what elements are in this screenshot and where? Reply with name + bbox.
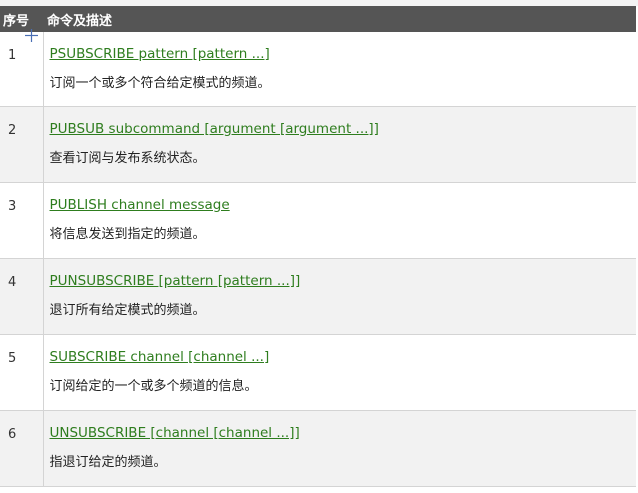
- command-description: 订阅给定的一个或多个频道的信息。: [49, 378, 258, 394]
- table-row: 4 PUNSUBSCRIBE [pattern [pattern ...]] 退…: [0, 258, 636, 335]
- table-row: 1 PSUBSCRIBE pattern [pattern ...] 订阅一个或…: [0, 32, 636, 107]
- table-row: 5 SUBSCRIBE channel [channel ...] 订阅给定的一…: [0, 334, 636, 411]
- page-frame: 序号 命令及描述 1 PSUBSCRIBE pattern [pattern .…: [0, 0, 638, 493]
- row-number: 3: [0, 182, 44, 259]
- row-number: 2: [0, 106, 44, 183]
- command-description: 查看订阅与发布系统状态。: [49, 150, 206, 166]
- command-description: 指退订给定的频道。: [49, 454, 167, 470]
- command-description: 将信息发送到指定的频道。: [49, 226, 206, 242]
- row-content: PUBLISH channel message 将信息发送到指定的频道。: [43, 182, 636, 259]
- row-number: 1: [0, 32, 44, 107]
- header-desc: 命令及描述: [43, 6, 636, 32]
- row-number: 6: [0, 410, 44, 487]
- command-link[interactable]: PUBSUB subcommand [argument [argument ..…: [50, 121, 379, 137]
- command-description: 退订所有给定模式的频道。: [49, 302, 206, 318]
- table-row: 6 UNSUBSCRIBE [channel [channel ...]] 指退…: [0, 410, 636, 487]
- command-link[interactable]: UNSUBSCRIBE [channel [channel ...]]: [50, 425, 300, 441]
- row-content: SUBSCRIBE channel [channel ...] 订阅给定的一个或…: [43, 334, 636, 411]
- command-description: 订阅一个或多个符合给定模式的频道。: [49, 76, 271, 91]
- row-content: PUBSUB subcommand [argument [argument ..…: [43, 106, 636, 183]
- row-content: PUNSUBSCRIBE [pattern [pattern ...]] 退订所…: [43, 258, 636, 335]
- table-header-row: 序号 命令及描述: [0, 6, 636, 32]
- table-row: 2 PUBSUB subcommand [argument [argument …: [0, 106, 636, 183]
- command-link[interactable]: PUBLISH channel message: [50, 197, 230, 213]
- command-table: 序号 命令及描述 1 PSUBSCRIBE pattern [pattern .…: [0, 6, 636, 487]
- row-number: 5: [0, 334, 44, 411]
- command-link[interactable]: PUNSUBSCRIBE [pattern [pattern ...]]: [50, 273, 301, 289]
- command-link[interactable]: PSUBSCRIBE pattern [pattern ...]: [50, 46, 270, 62]
- row-number: 4: [0, 258, 44, 335]
- row-content: UNSUBSCRIBE [channel [channel ...]] 指退订给…: [43, 410, 636, 487]
- table-row: 3 PUBLISH channel message 将信息发送到指定的频道。: [0, 182, 636, 259]
- command-link[interactable]: SUBSCRIBE channel [channel ...]: [50, 349, 270, 365]
- row-content: PSUBSCRIBE pattern [pattern ...] 订阅一个或多个…: [43, 32, 636, 107]
- crosshair-cursor-icon: [25, 29, 38, 42]
